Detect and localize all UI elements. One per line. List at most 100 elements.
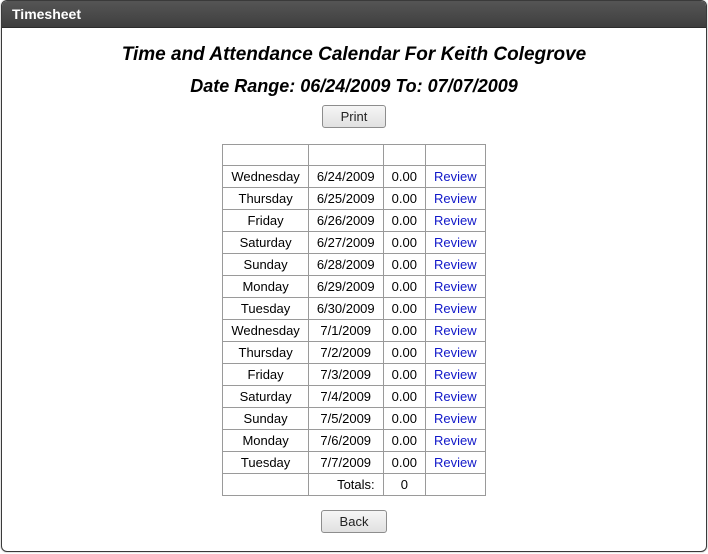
back-button[interactable]: Back xyxy=(321,510,388,533)
cell-day: Tuesday xyxy=(223,298,308,320)
cell-date: 7/5/2009 xyxy=(308,408,383,430)
totals-value: 0 xyxy=(383,474,425,496)
cell-action: Review xyxy=(425,430,485,452)
cell-day: Monday xyxy=(223,276,308,298)
cell-hours: 0.00 xyxy=(383,298,425,320)
table-row: Monday6/29/20090.00 Review xyxy=(223,276,485,298)
cell-action: Review xyxy=(425,254,485,276)
cell-hours: 0.00 xyxy=(383,386,425,408)
cell-action: Review xyxy=(425,298,485,320)
review-link[interactable]: Review xyxy=(434,367,477,382)
cell-date: 6/28/2009 xyxy=(308,254,383,276)
cell-action: Review xyxy=(425,320,485,342)
review-link[interactable]: Review xyxy=(434,257,477,272)
cell-date: 6/27/2009 xyxy=(308,232,383,254)
table-row: Tuesday6/30/20090.00 Review xyxy=(223,298,485,320)
cell-action: Review xyxy=(425,408,485,430)
window-content: Time and Attendance Calendar For Keith C… xyxy=(2,28,706,551)
cell-action: Review xyxy=(425,386,485,408)
table-row: Sunday6/28/20090.00Review xyxy=(223,254,485,276)
review-link[interactable]: Review xyxy=(434,279,477,294)
page-title: Time and Attendance Calendar For Keith C… xyxy=(22,44,686,66)
cell-hours: 0.00 xyxy=(383,342,425,364)
cell-action: Review xyxy=(425,452,485,474)
cell-hours: 0.00 xyxy=(383,166,425,188)
table-row: Thursday7/2/20090.00 Review xyxy=(223,342,485,364)
cell-day: Tuesday xyxy=(223,452,308,474)
window-title: Timesheet xyxy=(12,6,81,22)
cell-hours: 0.00 xyxy=(383,320,425,342)
cell-day: Saturday xyxy=(223,232,308,254)
table-row: Monday7/6/20090.00 Review xyxy=(223,430,485,452)
header-cell-hours xyxy=(383,145,425,166)
review-link[interactable]: Review xyxy=(434,345,477,360)
table-row: Friday6/26/20090.00 Review xyxy=(223,210,485,232)
cell-action: Review xyxy=(425,188,485,210)
cell-action: Review xyxy=(425,276,485,298)
date-range: Date Range: 06/24/2009 To: 07/07/2009 xyxy=(22,76,686,97)
cell-date: 6/26/2009 xyxy=(308,210,383,232)
cell-hours: 0.00 xyxy=(383,276,425,298)
cell-action: Review xyxy=(425,232,485,254)
review-link[interactable]: Review xyxy=(434,389,477,404)
table-row: Saturday7/4/20090.00 Review xyxy=(223,386,485,408)
table-header-row xyxy=(223,145,485,166)
review-link[interactable]: Review xyxy=(434,169,477,184)
review-link[interactable]: Review xyxy=(434,433,477,448)
totals-label: Totals: xyxy=(308,474,383,496)
cell-hours: 0.00 xyxy=(383,210,425,232)
table-container: Wednesday6/24/20090.00ReviewThursday6/25… xyxy=(22,144,686,496)
cell-day: Monday xyxy=(223,430,308,452)
cell-hours: 0.00 xyxy=(383,430,425,452)
cell-action: Review xyxy=(425,364,485,386)
cell-date: 6/29/2009 xyxy=(308,276,383,298)
table-row: Wednesday7/1/20090.00 Review xyxy=(223,320,485,342)
cell-hours: 0.00 xyxy=(383,364,425,386)
totals-row: Totals: 0 xyxy=(223,474,485,496)
cell-day: Friday xyxy=(223,210,308,232)
table-row: Wednesday6/24/20090.00 Review xyxy=(223,166,485,188)
cell-date: 7/1/2009 xyxy=(308,320,383,342)
cell-day: Saturday xyxy=(223,386,308,408)
table-row: Saturday6/27/20090.00 Review xyxy=(223,232,485,254)
table-row: Tuesday7/7/20090.00 Review xyxy=(223,452,485,474)
cell-hours: 0.00 xyxy=(383,452,425,474)
cell-date: 7/4/2009 xyxy=(308,386,383,408)
timesheet-table: Wednesday6/24/20090.00ReviewThursday6/25… xyxy=(222,144,485,496)
timesheet-window: Timesheet Time and Attendance Calendar F… xyxy=(1,0,707,552)
cell-day: Sunday xyxy=(223,254,308,276)
window-titlebar: Timesheet xyxy=(2,1,706,28)
review-link[interactable]: Review xyxy=(434,455,477,470)
header-cell-day xyxy=(223,145,308,166)
cell-date: 6/25/2009 xyxy=(308,188,383,210)
cell-date: 7/2/2009 xyxy=(308,342,383,364)
review-link[interactable]: Review xyxy=(434,411,477,426)
cell-hours: 0.00 xyxy=(383,232,425,254)
cell-date: 6/30/2009 xyxy=(308,298,383,320)
totals-blank xyxy=(223,474,308,496)
review-link[interactable]: Review xyxy=(434,235,477,250)
table-body: Wednesday6/24/20090.00ReviewThursday6/25… xyxy=(223,166,485,474)
print-button[interactable]: Print xyxy=(322,105,387,128)
table-row: Friday7/3/20090.00 Review xyxy=(223,364,485,386)
cell-date: 6/24/2009 xyxy=(308,166,383,188)
review-link[interactable]: Review xyxy=(434,301,477,316)
cell-date: 7/7/2009 xyxy=(308,452,383,474)
cell-day: Thursday xyxy=(223,342,308,364)
cell-day: Sunday xyxy=(223,408,308,430)
table-row: Thursday6/25/20090.00Review xyxy=(223,188,485,210)
cell-action: Review xyxy=(425,342,485,364)
header-cell-date xyxy=(308,145,383,166)
review-link[interactable]: Review xyxy=(434,323,477,338)
cell-day: Wednesday xyxy=(223,166,308,188)
cell-hours: 0.00 xyxy=(383,188,425,210)
cell-hours: 0.00 xyxy=(383,408,425,430)
cell-action: Review xyxy=(425,166,485,188)
cell-date: 7/6/2009 xyxy=(308,430,383,452)
review-link[interactable]: Review xyxy=(434,191,477,206)
cell-date: 7/3/2009 xyxy=(308,364,383,386)
cell-day: Wednesday xyxy=(223,320,308,342)
cell-day: Friday xyxy=(223,364,308,386)
review-link[interactable]: Review xyxy=(434,213,477,228)
cell-action: Review xyxy=(425,210,485,232)
